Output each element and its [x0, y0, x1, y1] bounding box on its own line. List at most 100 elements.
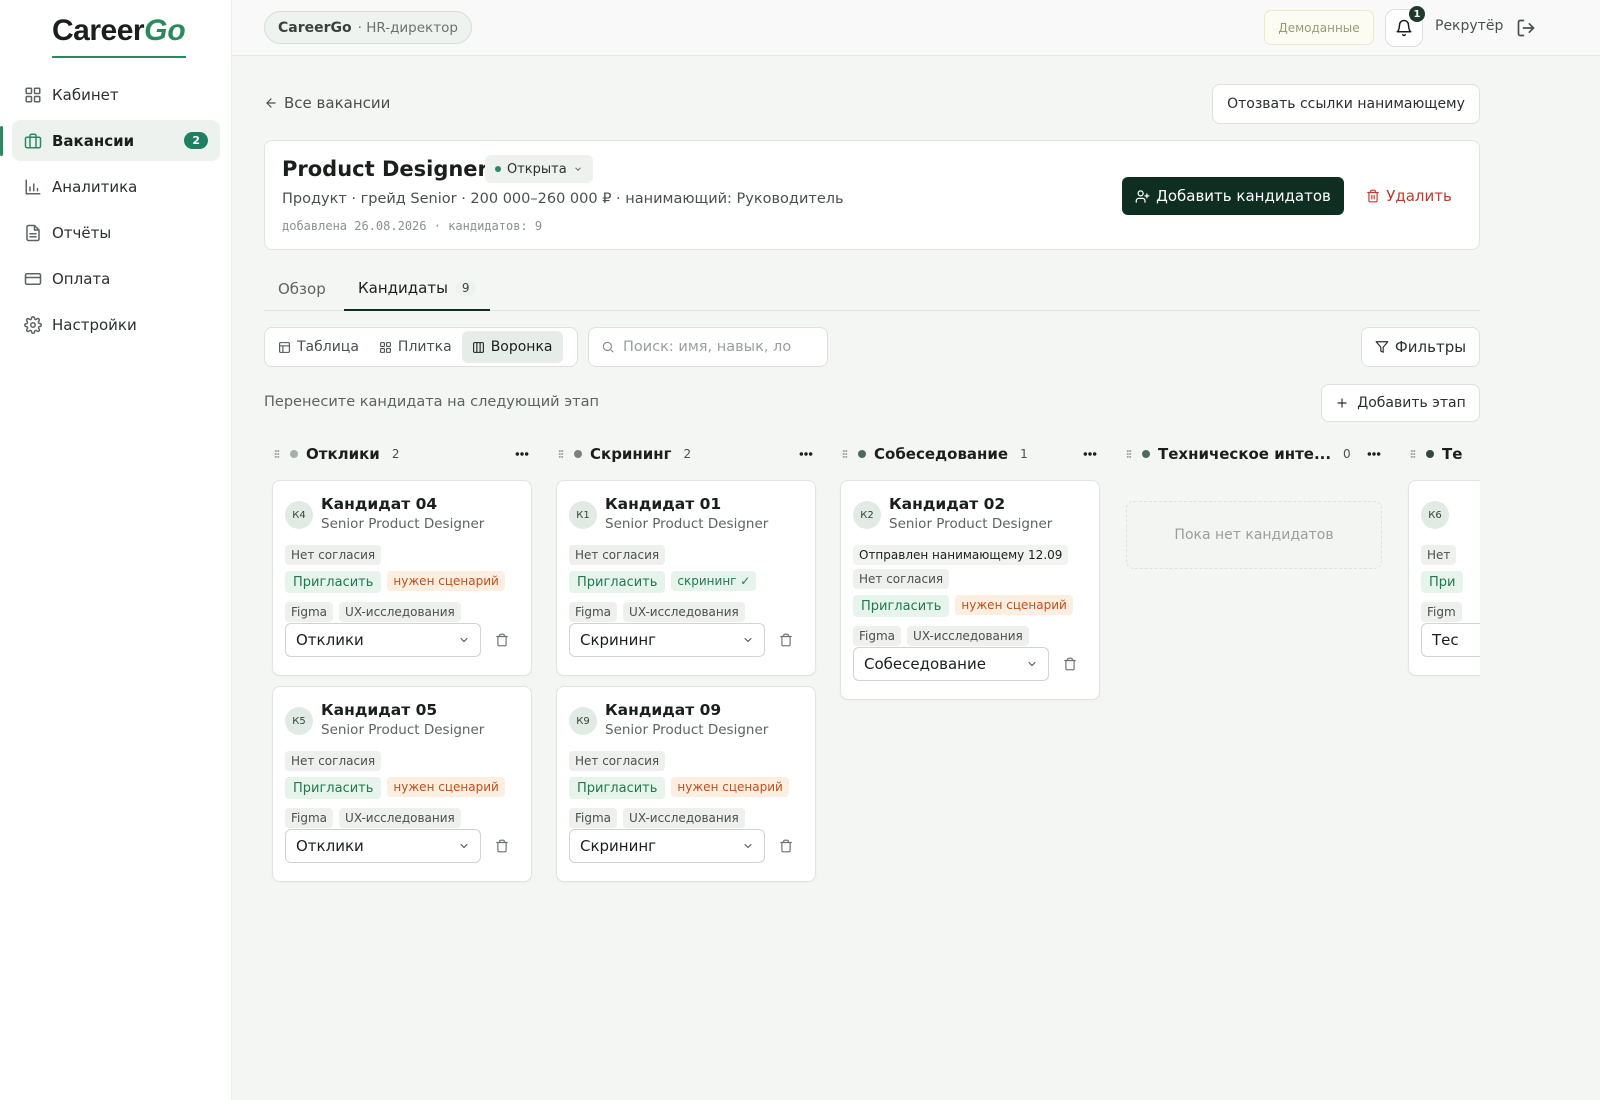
more-icon[interactable]	[1082, 446, 1098, 462]
search-input[interactable]	[623, 339, 803, 355]
consent-badge: Нет согласия	[285, 751, 382, 771]
sidebar-item-0[interactable]: Кабинет	[12, 74, 220, 115]
columns-icon	[472, 341, 484, 353]
column-status-dot-icon	[858, 450, 866, 458]
back-to-vacancies-link[interactable]: Все вакансии	[264, 94, 390, 112]
tags-row: Пригласить нужен сценарий	[853, 595, 1093, 621]
tab-candidates[interactable]: Кандидаты 9	[344, 266, 490, 311]
candidate-card[interactable]: К1 Кандидат 01 Senior Product Designer Нет …	[556, 480, 816, 676]
sidebar-item-3[interactable]: Отчёты	[12, 212, 220, 253]
invite-button[interactable]: Пригласить	[569, 571, 666, 593]
filter-icon	[1375, 341, 1389, 353]
sidebar-item-4[interactable]: Оплата	[12, 258, 220, 299]
scenario-badge: нужен сценарий	[671, 777, 789, 797]
tab-overview[interactable]: Обзор	[264, 266, 340, 311]
vacancy-status-dropdown[interactable]: Открыта	[485, 155, 593, 183]
candidate-name[interactable]: Кандидат 09	[605, 701, 721, 719]
stage-select[interactable]: Отклики	[285, 829, 481, 863]
candidate-card[interactable]: К2 Кандидат 02 Senior Product Designer Отпр…	[840, 480, 1100, 700]
candidate-tags: Нет согласия Пригласить нужен сценарий Figm…	[285, 545, 525, 628]
logout-icon[interactable]	[1516, 18, 1536, 38]
vacancy-meta: Продукт · грейд Senior · 200 000–260 000…	[282, 191, 844, 207]
skill-tag: Figma	[853, 626, 902, 646]
view-tiles-button[interactable]: Плитка	[369, 331, 462, 363]
invite-button[interactable]: Пригласить	[285, 777, 382, 799]
more-icon[interactable]	[514, 446, 530, 462]
drag-handle-icon	[842, 450, 848, 458]
revoke-links-button[interactable]: Отозвать ссылки нанимающему	[1212, 84, 1480, 124]
more-icon[interactable]	[1366, 446, 1382, 462]
vacancy-title: Product Designer	[282, 157, 488, 181]
skill-tag: Figma	[285, 808, 334, 828]
view-funnel-button[interactable]: Воронка	[461, 331, 563, 363]
candidate-card[interactable]: К9 Кандидат 09 Senior Product Designer Нет …	[556, 686, 816, 882]
filters-button[interactable]: Фильтры	[1361, 327, 1480, 367]
column-title: Техническое инте...	[1158, 445, 1332, 463]
skill-tag: Figma	[569, 808, 618, 828]
candidate-card[interactable]: К6 Нет При Figm Тес	[1408, 480, 1480, 676]
trash-icon[interactable]	[495, 633, 509, 647]
pipeline-column: Отклики 2 К4 Кандидат 04 Senior Product Desi…	[264, 436, 534, 1036]
back-label: Все вакансии	[284, 94, 391, 112]
chevron-down-icon	[460, 638, 468, 642]
card-footer: Скрининг	[569, 623, 803, 657]
candidate-card[interactable]: К4 Кандидат 04 Senior Product Designer Нет …	[272, 480, 532, 676]
trash-icon[interactable]	[1063, 657, 1077, 671]
sidebar-item-5[interactable]: Настройки	[12, 304, 220, 345]
credit-card-icon	[24, 272, 42, 285]
tags-row: Нет согласия	[569, 545, 809, 566]
stage-select-value: Отклики	[296, 837, 364, 855]
invite-button[interactable]: Пригласить	[853, 595, 950, 617]
tab-candidates-count: 9	[455, 279, 476, 296]
add-stage-button[interactable]: Добавить этап	[1321, 384, 1480, 422]
stage-select-value: Собеседование	[864, 655, 986, 673]
stage-select[interactable]: Скрининг	[569, 623, 765, 657]
candidate-name[interactable]: Кандидат 05	[321, 701, 437, 719]
sidebar-item-1[interactable]: Вакансии 2	[0, 120, 220, 161]
more-icon[interactable]	[798, 446, 814, 462]
stage-select-value: Скрининг	[580, 631, 657, 649]
consent-badge: Нет согласия	[853, 569, 950, 589]
column-count: 2	[683, 447, 692, 461]
arrow-left-icon	[266, 98, 276, 108]
stage-select[interactable]: Тес	[1421, 623, 1480, 657]
notifications-badge: 1	[1409, 6, 1425, 22]
workspace-name: CareerGo	[278, 19, 352, 36]
candidate-name[interactable]: Кандидат 01	[605, 495, 721, 513]
stage-select[interactable]: Собеседование	[853, 647, 1049, 681]
careergo-logo[interactable]: CareerGo	[52, 14, 186, 58]
stage-select[interactable]: Отклики	[285, 623, 481, 657]
invite-button[interactable]: При	[1421, 571, 1464, 593]
column-header: Те	[1400, 436, 1480, 472]
user-name[interactable]: Рекрутёр	[1435, 18, 1503, 34]
invite-button[interactable]: Пригласить	[285, 571, 382, 593]
stage-select[interactable]: Скрининг	[569, 829, 765, 863]
trash-icon[interactable]	[495, 839, 509, 853]
column-header: Отклики 2	[264, 436, 534, 472]
tags-row: Нет	[1421, 545, 1480, 566]
candidate-name[interactable]: Кандидат 02	[889, 495, 1005, 513]
tab-overview-label: Обзор	[278, 279, 326, 298]
add-candidates-button[interactable]: Добавить кандидатов	[1122, 177, 1344, 215]
vacancy-status-label: Открыта	[507, 161, 567, 177]
chevron-down-icon	[460, 844, 468, 848]
invite-button[interactable]: Пригласить	[569, 777, 666, 799]
column-count: 2	[391, 447, 400, 461]
delete-vacancy-button[interactable]: Удалить	[1359, 177, 1459, 215]
workspace-chip[interactable]: CareerGo · HR-директор	[264, 11, 472, 44]
candidate-card[interactable]: К5 Кандидат 05 Senior Product Designer Нет …	[272, 686, 532, 882]
trash-icon	[1367, 189, 1380, 203]
sidebar-item-label: Кабинет	[52, 85, 119, 104]
tags-row: Figma UX-исследования	[285, 808, 525, 829]
chevron-down-icon	[744, 638, 752, 642]
demo-data-button[interactable]: Демоданные	[1264, 10, 1374, 45]
briefcase-icon	[24, 133, 42, 148]
candidate-role: Senior Product Designer	[889, 516, 1053, 532]
drag-handle-icon	[1410, 450, 1416, 458]
view-table-button[interactable]: Таблица	[268, 331, 369, 363]
sidebar-item-2[interactable]: Аналитика	[12, 166, 220, 207]
trash-icon[interactable]	[779, 839, 793, 853]
candidate-name[interactable]: Кандидат 04	[321, 495, 437, 513]
view-tiles-label: Плитка	[397, 339, 452, 355]
trash-icon[interactable]	[779, 633, 793, 647]
